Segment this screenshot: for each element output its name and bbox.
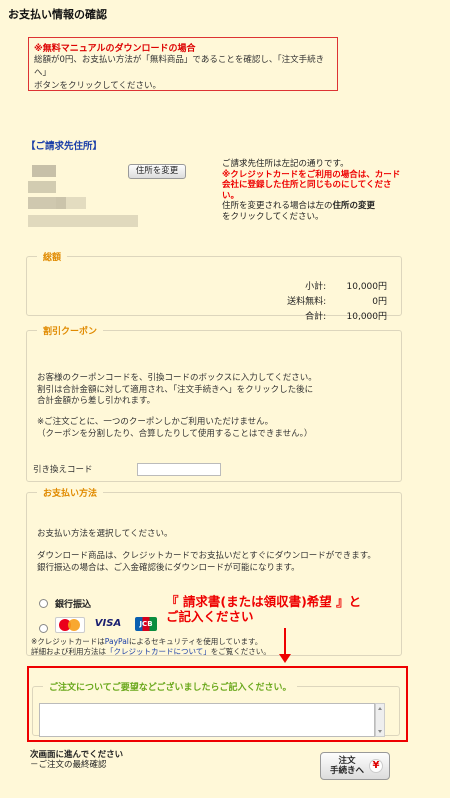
next-step-subtitle: －ご注文の最終確認 <box>30 760 107 770</box>
mastercard-icon <box>55 617 85 633</box>
proceed-label-line-2: 手続きへ <box>329 766 364 776</box>
scroll-up-icon[interactable] <box>378 707 382 710</box>
payment-intro: お支払い方法を選択してください。 <box>37 529 173 539</box>
notice-title: ※無料マニュアルのダウンロードの場合 <box>34 44 196 54</box>
free-manual-notice: ※無料マニュアルのダウンロードの場合 総額が0円、お支払い方法が「無料商品」であ… <box>28 37 338 91</box>
coupon-code-input[interactable] <box>137 463 221 476</box>
coupon-legend: 割引クーポン <box>43 327 98 337</box>
subtotal-row: 小計: 10,000円 <box>256 279 387 292</box>
next-step-title: 次画面に進んでください <box>30 750 124 760</box>
proceed-to-order-button[interactable]: 注文 手続きへ ¥ <box>320 752 390 780</box>
totals-section: 総額 小計: 10,000円 送料無料: 0円 合計: 10,000円 <box>26 250 402 322</box>
billing-note-credit-warning: ※クレジットカードをご利用の場合は、カード会社に登録した住所と同じものにしてくだ… <box>222 169 401 201</box>
proceed-button-label: 注文 手続きへ <box>327 756 367 776</box>
payment-info: ダウンロード商品は、クレジットカードでお支払いだとすぐにダウンロードができます。… <box>37 551 376 574</box>
page-title: お支払い情報の確認 <box>8 8 107 21</box>
coupon-instructions: お客様のクーポンコードを、引換コードのボックスに入力してください。 割引は合計金… <box>37 373 317 408</box>
yen-icon: ¥ <box>369 759 383 773</box>
coupon-limit-line-2: （クーポンを分割したり、合算したりして使用することはできません。） <box>37 428 313 439</box>
total-value: 10,000円 <box>346 312 388 322</box>
billing-note-line-1: ご請求先住所は左記の通りです。 <box>222 159 349 169</box>
annotation-line-2: ご記入ください <box>166 609 254 624</box>
notice-line-1: 総額が0円、お支払い方法が「無料商品」であることを確認し、「注文手続きへ」 <box>34 55 325 78</box>
scroll-down-icon[interactable] <box>378 730 382 733</box>
total-row: 合計: 10,000円 <box>256 309 387 322</box>
receipt-request-annotation: 『 請求書(または領収書)希望 』と ご記入ください <box>166 594 361 624</box>
comments-legend: ご注文についてご要望などございましたらご記入ください。 <box>49 683 292 693</box>
payment-legend: お支払い方法 <box>43 489 98 499</box>
cc-note-prefix: ※クレジットカードは <box>31 637 105 646</box>
coupon-limit-line-1: ※ご注文ごとに、一つのクーポンしかご利用いただけません。 <box>37 417 274 427</box>
payment-info-line-1: ダウンロード商品は、クレジットカードでお支払いだとすぐにダウンロードができます。 <box>37 551 376 561</box>
total-label: 合計: <box>305 312 327 322</box>
annotation-arrow-shaft <box>284 628 286 656</box>
bank-transfer-radio[interactable] <box>39 599 48 608</box>
payment-section: お支払い方法 お支払い方法を選択してください。 ダウンロード商品は、クレジットカ… <box>26 486 402 656</box>
cc-detail-prefix: 詳細および利用方法は <box>31 647 106 656</box>
change-address-button[interactable]: 住所を変更 <box>128 164 186 179</box>
proceed-label-line-1: 注文 <box>338 756 356 766</box>
credit-card-radio[interactable] <box>39 624 48 633</box>
annotation-line-1: 『 請求書(または領収書)希望 』と <box>166 594 362 609</box>
next-step-info: 次画面に進んでください －ご注文の最終確認 <box>30 750 123 770</box>
subtotal-label: 小計: <box>305 282 327 292</box>
bank-transfer-label: 銀行振込 <box>55 600 92 610</box>
billing-note-line-2: 住所を変更される場合は左の <box>222 201 333 211</box>
cc-detail-suffix: をご覧ください。 <box>210 647 271 656</box>
billing-note-line-3: をクリックしてください。 <box>222 211 324 222</box>
coupon-limit-note: ※ご注文ごとに、一つのクーポンしかご利用いただけません。 （クーポンを分割したり… <box>37 417 312 440</box>
credit-card-info-link[interactable]: 「クレジットカードについて」 <box>106 647 211 656</box>
shipping-row: 送料無料: 0円 <box>256 294 387 307</box>
comments-textarea[interactable] <box>39 703 375 737</box>
credit-card-notes: ※クレジットカードはPayPalによるセキュリティを使用しています。 詳細および… <box>31 637 271 657</box>
billing-note-change-link-text: 住所の変更 <box>332 201 376 211</box>
billing-heading: 【ご請求先住所】 <box>26 141 103 152</box>
down-arrow-icon <box>279 654 291 663</box>
totals-legend: 総額 <box>43 253 62 263</box>
subtotal-value: 10,000円 <box>346 282 388 292</box>
coupon-text-line-3: 合計金額から差し引かれます。 <box>37 396 156 406</box>
notice-line-2: ボタンをクリックしてください。 <box>34 81 161 91</box>
coupon-text-line-2: 割引は合計金額に対して適用され、「注文手続きへ」をクリックした後に <box>37 384 314 395</box>
billing-address-note: ご請求先住所は左記の通りです。 ※クレジットカードをご利用の場合は、カード会社に… <box>222 159 402 222</box>
comments-section: ご注文についてご要望などございましたらご記入ください。 <box>32 680 400 737</box>
comments-scrollbar[interactable] <box>375 703 385 737</box>
shipping-label: 送料無料: <box>287 297 327 307</box>
coupon-text-line-1: お客様のクーポンコードを、引換コードのボックスに入力してください。 <box>37 373 317 383</box>
cc-note-suffix: によるセキュリティを使用しています。 <box>128 637 263 646</box>
coupon-section: 割引クーポン お客様のクーポンコードを、引換コードのボックスに入力してください。… <box>26 324 402 482</box>
jcb-icon: JCB <box>135 617 157 631</box>
payment-info-line-2: 銀行振込の場合は、ご入金確認後にダウンロードが可能になります。 <box>37 562 300 573</box>
paypal-text: PayPal <box>104 637 129 646</box>
visa-icon: VISA <box>94 618 122 629</box>
coupon-code-label: 引き換えコード <box>33 465 93 475</box>
shipping-value: 0円 <box>372 297 387 307</box>
